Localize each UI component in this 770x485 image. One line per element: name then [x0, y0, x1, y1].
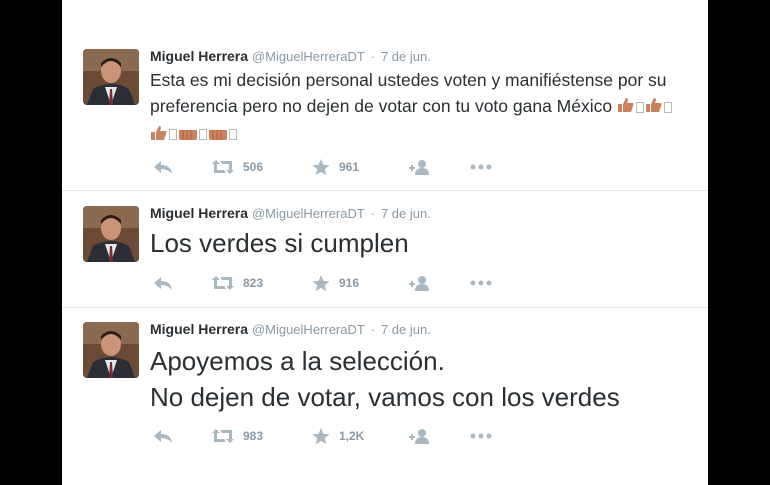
star-icon	[312, 158, 330, 175]
tweet-text-segment: preferencia pero no dejen de votar con t…	[150, 96, 613, 116]
retweet-count: 983	[243, 429, 264, 443]
reply-button[interactable]	[153, 273, 173, 293]
retweet-icon	[212, 276, 234, 290]
more-icon	[470, 433, 492, 439]
tweet-text-line: No dejen de votar, vamos con los verdes	[150, 382, 620, 412]
thumbs-up-icon	[617, 94, 635, 120]
favorite-count: 1,2K	[339, 429, 365, 443]
author-name[interactable]: Miguel Herrera	[150, 321, 248, 337]
retweet-button[interactable]: 823	[212, 273, 263, 293]
author-name[interactable]: Miguel Herrera	[150, 205, 248, 221]
tweet-text-line: preferencia pero no dejen de votar con t…	[150, 93, 673, 120]
missing-glyph-box	[635, 101, 644, 113]
separator: ·	[370, 206, 376, 221]
tweet-text-line: Apoyemos a la selección.	[150, 346, 445, 376]
more-icon	[470, 280, 492, 286]
tweet-actions: 506 961	[150, 157, 510, 177]
follow-icon	[409, 429, 429, 444]
avatar[interactable]	[83, 206, 139, 262]
author-handle[interactable]: @MiguelHerreraDT	[252, 206, 365, 221]
author-handle[interactable]: @MiguelHerreraDT	[252, 322, 365, 337]
favorite-button[interactable]: 916	[312, 273, 359, 293]
favorite-button[interactable]: 961	[312, 157, 359, 177]
retweet-button[interactable]: 983	[212, 426, 263, 446]
retweet-icon	[212, 429, 234, 443]
reply-icon	[154, 430, 172, 443]
tweet-date[interactable]: 7 de jun.	[381, 206, 431, 221]
tweet-header: Miguel Herrera @MiguelHerreraDT · 7 de j…	[150, 204, 431, 223]
retweet-count: 823	[243, 276, 264, 290]
thumbs-up-icon	[178, 122, 198, 148]
more-icon	[470, 164, 492, 170]
avatar[interactable]	[83, 322, 139, 378]
retweet-count: 506	[243, 160, 264, 174]
reply-icon	[154, 277, 172, 290]
tweet-actions: 983 1,2K	[150, 426, 510, 446]
favorite-count: 916	[339, 276, 360, 290]
more-button[interactable]	[470, 157, 492, 177]
tweet-divider	[62, 190, 708, 191]
separator: ·	[370, 322, 376, 337]
follow-button[interactable]	[407, 426, 431, 446]
timeline: Miguel Herrera @MiguelHerreraDT · 7 de j…	[62, 0, 708, 485]
tweet-text: Los verdes si cumplen	[150, 227, 409, 259]
missing-glyph-box	[199, 129, 207, 141]
follow-icon	[409, 160, 429, 175]
tweet-divider	[62, 307, 708, 308]
favorite-count: 961	[339, 160, 360, 174]
reply-button[interactable]	[153, 426, 173, 446]
missing-glyph-box	[169, 129, 177, 141]
more-button[interactable]	[470, 426, 492, 446]
thumbs-up-icon	[150, 122, 168, 148]
separator: ·	[370, 49, 376, 64]
follow-icon	[409, 276, 429, 291]
tweet-text: Apoyemos a la selección. No dejen de vot…	[150, 343, 620, 415]
tweet-header: Miguel Herrera @MiguelHerreraDT · 7 de j…	[150, 320, 431, 339]
thumbs-up-icon	[645, 94, 663, 120]
author-name[interactable]: Miguel Herrera	[150, 48, 248, 64]
tweet-date[interactable]: 7 de jun.	[381, 322, 431, 337]
tweet-text-line: Los verdes si cumplen	[150, 228, 409, 258]
avatar[interactable]	[83, 49, 139, 105]
tweet-text-segment: Esta es mi decisión personal ustedes vot…	[150, 70, 667, 90]
retweet-icon	[212, 160, 234, 174]
star-icon	[312, 274, 330, 291]
follow-button[interactable]	[407, 157, 431, 177]
missing-glyph-box	[229, 129, 237, 141]
tweet-actions: 823 916	[150, 273, 510, 293]
reply-icon	[154, 161, 172, 174]
more-button[interactable]	[470, 273, 492, 293]
thumbs-up-icon	[208, 122, 228, 148]
reply-button[interactable]	[153, 157, 173, 177]
tweet-text: Esta es mi decisión personal ustedes vot…	[150, 67, 673, 148]
retweet-button[interactable]: 506	[212, 157, 263, 177]
favorite-button[interactable]: 1,2K	[312, 426, 364, 446]
tweet-date[interactable]: 7 de jun.	[381, 49, 431, 64]
tweet-header: Miguel Herrera @MiguelHerreraDT · 7 de j…	[150, 47, 431, 66]
tweet-text-line: Esta es mi decisión personal ustedes vot…	[150, 67, 673, 93]
star-icon	[312, 427, 330, 444]
follow-button[interactable]	[407, 273, 431, 293]
missing-glyph-box	[663, 101, 672, 113]
tweet-text-line	[150, 120, 673, 147]
author-handle[interactable]: @MiguelHerreraDT	[252, 49, 365, 64]
